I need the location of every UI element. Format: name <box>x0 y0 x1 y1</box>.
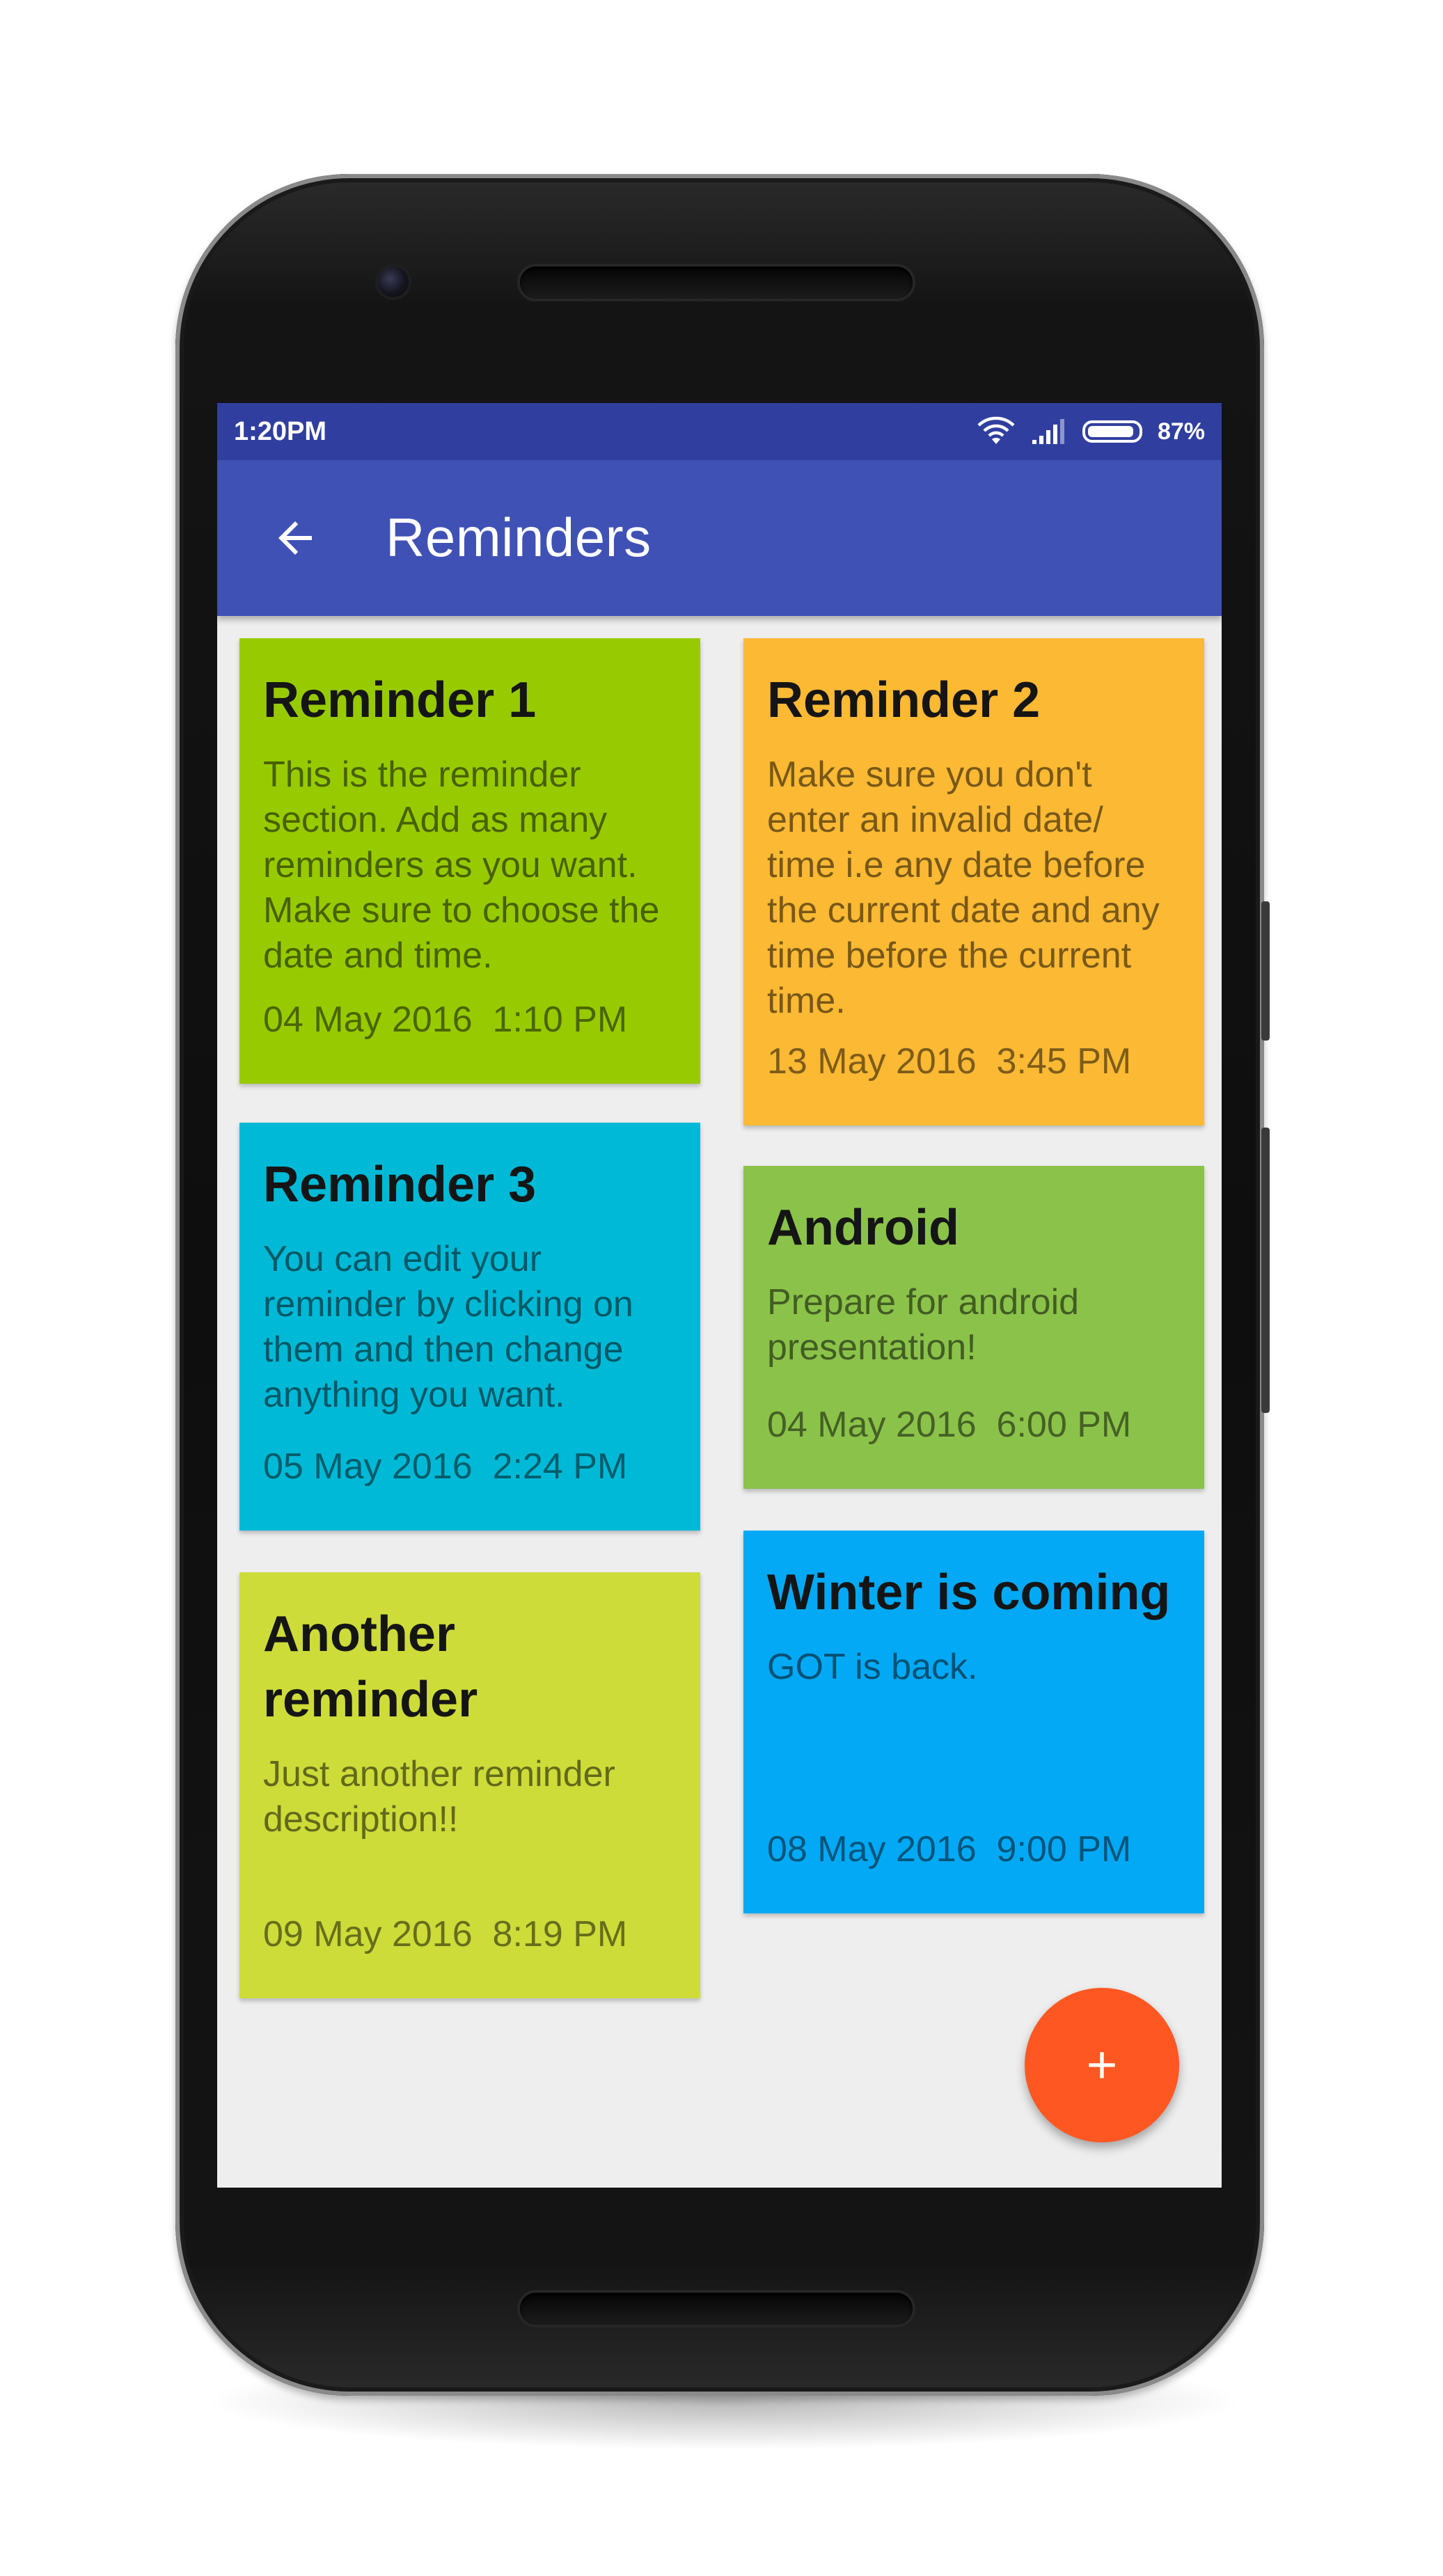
app-bar: Reminders <box>217 460 1222 616</box>
reminder-description: Make sure you don't enter an invalid dat… <box>767 754 1160 1021</box>
reminder-title: Reminder 2 <box>767 672 1041 728</box>
reminder-description: GOT is back. <box>767 1647 978 1687</box>
battery-percent: 87% <box>1157 418 1205 445</box>
reminder-description: This is the reminder section. Add as man… <box>263 754 660 976</box>
reminder-title: Winter is coming <box>767 1565 1171 1620</box>
reminder-card[interactable]: Reminder 1 This is the reminder section.… <box>239 638 700 1084</box>
app-screen: 1:20PM 87% Reminders Reminder 1 This is … <box>217 403 1222 2188</box>
reminder-date: 13 May 2016 3:45 PM <box>767 1041 1132 1082</box>
top-speaker <box>520 267 913 299</box>
power-button <box>1261 901 1270 1041</box>
reminder-date: 08 May 2016 9:00 PM <box>767 1829 1132 1870</box>
reminder-date: 04 May 2016 6:00 PM <box>767 1405 1132 1445</box>
reminder-title: Another reminder <box>263 1606 478 1728</box>
arrow-left-icon <box>278 521 312 555</box>
status-bar: 1:20PM 87% <box>217 403 1222 460</box>
reminder-card[interactable]: Reminder 3 You can edit your reminder by… <box>239 1123 700 1531</box>
reminder-date: 09 May 2016 8:19 PM <box>263 1914 628 1954</box>
add-reminder-button[interactable] <box>1025 1988 1179 2142</box>
status-icons: 87% <box>977 413 1205 450</box>
wifi-icon <box>977 416 1015 444</box>
reminder-description: Just another reminder description!! <box>263 1754 615 1840</box>
reminder-card[interactable]: Reminder 2 Make sure you don't enter an … <box>743 638 1204 1125</box>
back-button[interactable] <box>259 502 331 574</box>
reminder-card[interactable]: Android Prepare for android presentation… <box>743 1166 1204 1489</box>
device-mockup: 1:20PM 87% Reminders Reminder 1 This is … <box>0 0 1443 2576</box>
reminder-date: 05 May 2016 2:24 PM <box>263 1446 628 1487</box>
plus-icon <box>1089 2052 1115 2078</box>
bottom-speaker <box>520 2293 913 2325</box>
reminder-title: Android <box>767 1200 959 1256</box>
status-time: 1:20PM <box>234 417 327 446</box>
signal-icon <box>1032 419 1064 444</box>
reminder-title: Reminder 1 <box>263 672 537 728</box>
reminder-card[interactable]: Another reminder Just another reminder d… <box>239 1572 700 1998</box>
reminder-date: 04 May 2016 1:10 PM <box>263 999 628 1040</box>
front-camera <box>378 267 409 297</box>
reminder-card[interactable]: Winter is coming GOT is back. 08 May 201… <box>743 1531 1204 1913</box>
volume-button <box>1261 1128 1270 1413</box>
page-title: Reminders <box>386 507 652 568</box>
reminder-description: Prepare for android presentation! <box>767 1282 1080 1368</box>
reminder-description: You can edit your reminder by clicking o… <box>263 1239 633 1415</box>
reminder-title: Reminder 3 <box>263 1157 537 1212</box>
battery-icon <box>1082 420 1142 443</box>
